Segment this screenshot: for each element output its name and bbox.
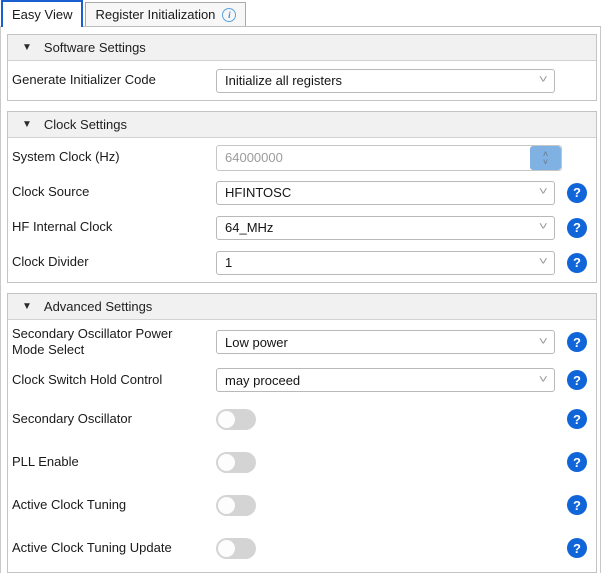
dropdown-clock-switch-hold-control[interactable]: may proceed ˅	[216, 368, 555, 392]
row-label: Active Clock Tuning Update	[12, 540, 216, 556]
help-icon[interactable]: ?	[567, 538, 587, 558]
dropdown-value: HFINTOSC	[225, 185, 291, 200]
row-label: Clock Divider	[12, 254, 216, 270]
section-title: Advanced Settings	[44, 299, 152, 314]
help-icon[interactable]: ?	[567, 253, 587, 273]
settings-row-active-clock-tuning: Active Clock Tuning?	[8, 484, 596, 527]
section-header-advanced-settings[interactable]: ▼ Advanced Settings	[8, 294, 596, 320]
settings-row-generate-initializer-code: Generate Initializer CodeInitialize all …	[8, 63, 596, 98]
dropdown-secondary-oscillator-power-mode-select[interactable]: Low power ˅	[216, 330, 555, 354]
section-header-clock-settings[interactable]: ▼ Clock Settings	[8, 112, 596, 138]
row-label: Secondary Oscillator	[12, 411, 216, 427]
help-icon[interactable]: ?	[567, 332, 587, 352]
dropdown-generate-initializer-code[interactable]: Initialize all registers ˅	[216, 69, 555, 93]
chevron-down-icon: ˅	[538, 187, 547, 198]
toggle-pll-enable[interactable]	[216, 452, 256, 473]
row-label: Secondary Oscillator Power Mode Select	[12, 326, 216, 359]
toggle-knob	[218, 454, 235, 471]
collapse-triangle-icon: ▼	[22, 120, 32, 130]
collapse-triangle-icon: ▼	[22, 302, 32, 312]
help-icon[interactable]: ?	[567, 452, 587, 472]
chevron-down-icon: ˅	[543, 158, 548, 166]
row-label: Clock Source	[12, 184, 216, 200]
tab-label: Register Initialization	[95, 7, 215, 22]
settings-row-system-clock-hz: System Clock (Hz) 64000000 ˄˅	[8, 140, 596, 175]
section-title: Clock Settings	[44, 117, 127, 132]
settings-row-secondary-oscillator: Secondary Oscillator?	[8, 398, 596, 441]
help-icon[interactable]: ?	[567, 370, 587, 390]
dropdown-clock-divider[interactable]: 1˅	[216, 251, 555, 275]
toggle-knob	[218, 497, 235, 514]
section-title: Software Settings	[44, 40, 146, 55]
input-system-clock-hz[interactable]: 64000000	[216, 145, 562, 171]
row-label: Active Clock Tuning	[12, 497, 216, 513]
dropdown-value: 1	[225, 255, 232, 270]
toggle-secondary-oscillator[interactable]	[216, 409, 256, 430]
row-label: Clock Switch Hold Control	[12, 372, 216, 388]
row-label: HF Internal Clock	[12, 219, 216, 235]
help-icon[interactable]: ?	[567, 409, 587, 429]
chevron-down-icon: ˅	[538, 257, 547, 268]
tab-label: Easy View	[12, 7, 72, 22]
dropdown-value: Low power	[225, 335, 288, 350]
easy-view-panel: ▼ Software Settings Generate Initializer C…	[0, 27, 601, 573]
dropdown-value: may proceed	[225, 373, 300, 388]
row-label: Generate Initializer Code	[12, 72, 216, 88]
toggle-knob	[218, 540, 235, 557]
collapse-triangle-icon: ▼	[22, 43, 32, 53]
tab-easy-view[interactable]: Easy View	[1, 0, 83, 27]
info-icon[interactable]: i	[222, 8, 236, 22]
chevron-down-icon: ˅	[538, 222, 547, 233]
settings-row-secondary-oscillator-power-mode-select: Secondary Oscillator Power Mode SelectLo…	[8, 322, 596, 363]
dropdown-clock-source[interactable]: HFINTOSC ˅	[216, 181, 555, 205]
chevron-down-icon: ˅	[538, 337, 547, 348]
section-header-software-settings[interactable]: ▼ Software Settings	[8, 35, 596, 61]
tab-register-initialization[interactable]: Register Initialization i	[85, 2, 246, 26]
tab-bar: Easy View Register Initialization i	[0, 0, 601, 27]
toggle-active-clock-tuning[interactable]	[216, 495, 256, 516]
help-icon[interactable]: ?	[567, 183, 587, 203]
section-advanced-settings: ▼ Advanced Settings Secondary Oscillator P…	[7, 293, 597, 573]
spinner-buttons[interactable]: ˄˅	[530, 146, 561, 170]
settings-row-pll-enable: PLL Enable?	[8, 441, 596, 484]
chevron-down-icon: ˅	[538, 375, 547, 386]
settings-row-hf-internal-clock: HF Internal Clock 64_MHz ˅?	[8, 210, 596, 245]
chevron-down-icon: ˅	[538, 75, 547, 86]
dropdown-hf-internal-clock[interactable]: 64_MHz ˅	[216, 216, 555, 240]
dropdown-value: Initialize all registers	[225, 73, 342, 88]
settings-row-clock-switch-hold-control: Clock Switch Hold Control may proceed ˅?	[8, 363, 596, 398]
settings-row-clock-source: Clock Source HFINTOSC ˅?	[8, 175, 596, 210]
toggle-active-clock-tuning-update[interactable]	[216, 538, 256, 559]
row-label: PLL Enable	[12, 454, 216, 470]
dropdown-value: 64_MHz	[225, 220, 273, 235]
settings-row-clock-divider: Clock Divider1˅?	[8, 245, 596, 280]
section-software-settings: ▼ Software Settings Generate Initializer C…	[7, 34, 597, 101]
help-icon[interactable]: ?	[567, 495, 587, 515]
toggle-knob	[218, 411, 235, 428]
row-label: System Clock (Hz)	[12, 149, 216, 165]
help-icon[interactable]: ?	[567, 218, 587, 238]
input-value: 64000000	[225, 150, 283, 165]
section-clock-settings: ▼ Clock Settings System Clock (Hz) 64000000…	[7, 111, 597, 283]
settings-row-active-clock-tuning-update: Active Clock Tuning Update?	[8, 527, 596, 570]
